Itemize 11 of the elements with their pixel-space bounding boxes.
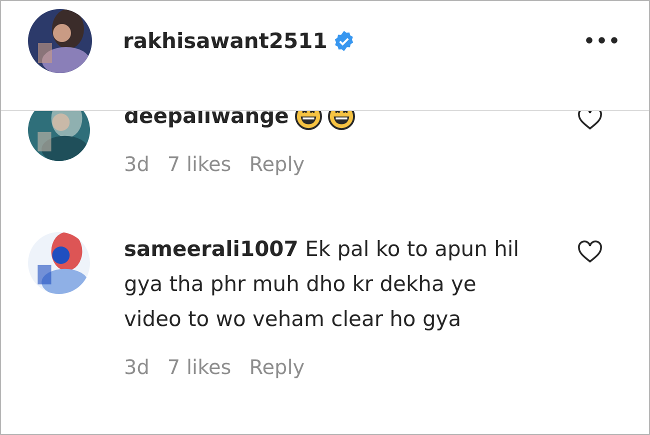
- reply-button[interactable]: Reply: [249, 355, 305, 379]
- comment-text: deepaliwange: [124, 103, 289, 130]
- comment-age: 3d: [124, 152, 150, 176]
- comment-age: 3d: [124, 355, 150, 379]
- more-options-button[interactable]: •••: [583, 30, 621, 52]
- reply-button[interactable]: Reply: [249, 152, 305, 176]
- likes-link[interactable]: 7 likes: [167, 152, 232, 176]
- username[interactable]: rakhisawant2511: [123, 29, 328, 53]
- heart-icon[interactable]: [577, 240, 603, 264]
- likes-link[interactable]: 7 likes: [167, 355, 232, 379]
- comment-text: sameerali1007 Ek pal ko to apun hil gya tha phr muh dho kr dekha ye video to wo veham clear ho gya: [124, 236, 520, 333]
